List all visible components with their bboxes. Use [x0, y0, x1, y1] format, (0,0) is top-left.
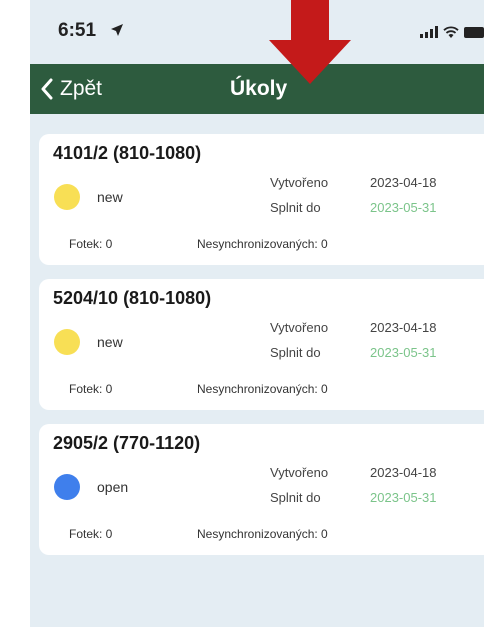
status-time: 6:51 [58, 20, 97, 41]
status-icons [420, 26, 484, 38]
photo-count: Fotek: 0 [69, 527, 113, 541]
location-arrow-icon [111, 24, 123, 36]
cellular-signal-icon [420, 26, 438, 38]
due-label: Splnit do [270, 200, 321, 215]
wifi-icon [443, 26, 459, 38]
navigation-bar: Zpět Úkoly [30, 64, 484, 114]
photo-count: Fotek: 0 [69, 382, 113, 396]
status-dot [54, 474, 80, 500]
task-card[interactable]: 4101/2 (810-1080) new Vytvořeno 2023-04-… [39, 134, 484, 265]
task-card[interactable]: 5204/10 (810-1080) new Vytvořeno 2023-04… [39, 279, 484, 410]
status-dot [54, 329, 80, 355]
task-title: 5204/10 (810-1080) [53, 288, 212, 308]
unsynced-count: Nesynchronizovaných: 0 [197, 527, 328, 541]
created-label: Vytvořeno [270, 175, 329, 190]
created-label: Vytvořeno [270, 465, 329, 480]
due-date: 2023-05-31 [370, 200, 437, 215]
back-button-label: Zpět [60, 77, 103, 100]
created-date: 2023-04-18 [370, 320, 437, 335]
task-title: 4101/2 (810-1080) [53, 143, 202, 163]
task-list: 4101/2 (810-1080) new Vytvořeno 2023-04-… [39, 134, 484, 569]
task-title: 2905/2 (770-1120) [53, 433, 201, 453]
unsynced-count: Nesynchronizovaných: 0 [197, 382, 328, 396]
photo-count: Fotek: 0 [69, 237, 113, 251]
status-bar: 6:51 [30, 0, 484, 64]
annotation-arrow-icon [269, 0, 351, 84]
chevron-left-icon [41, 78, 53, 100]
task-card[interactable]: 2905/2 (770-1120) open Vytvořeno 2023-04… [39, 424, 484, 555]
status-dot [54, 184, 80, 210]
created-date: 2023-04-18 [370, 465, 437, 480]
unsynced-count: Nesynchronizovaných: 0 [197, 237, 328, 251]
due-date: 2023-05-31 [370, 490, 437, 505]
due-label: Splnit do [270, 345, 321, 360]
task-status: new [97, 189, 123, 205]
phone-screen: 6:51 Zpět Úkoly 4101/2 (810-1080) new Vy… [30, 0, 484, 627]
due-label: Splnit do [270, 490, 321, 505]
due-date: 2023-05-31 [370, 345, 437, 360]
battery-icon [464, 27, 484, 38]
task-status: new [97, 334, 123, 350]
task-status: open [97, 479, 129, 495]
back-button[interactable]: Zpět [40, 64, 102, 114]
created-label: Vytvořeno [270, 320, 329, 335]
created-date: 2023-04-18 [370, 175, 437, 190]
